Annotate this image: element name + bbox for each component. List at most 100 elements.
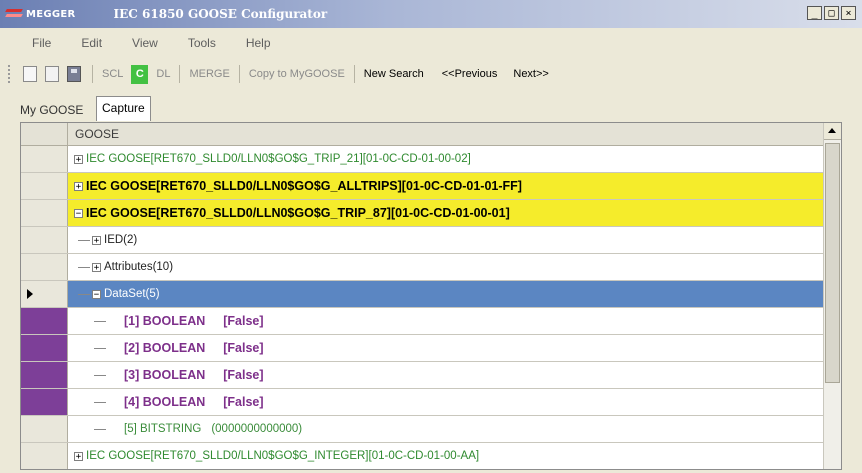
collapse-icon[interactable]: − xyxy=(74,208,83,218)
dataset-item-name: [4] BOOLEAN xyxy=(124,395,206,409)
goose-label: IEC GOOSE[RET670_SLLD0/LLN0$GO$G_TRIP_21… xyxy=(86,153,471,165)
row-selector-header xyxy=(21,123,68,145)
toolbar: SCL C DL MERGE Copy to MyGOOSE New Searc… xyxy=(0,60,862,88)
copy-to-mygoose-button[interactable]: Copy to MyGOOSE xyxy=(247,66,347,82)
dataset-item-value: [False] xyxy=(223,314,264,328)
menu-view[interactable]: View xyxy=(132,34,158,52)
menu-file[interactable]: File xyxy=(32,34,51,52)
row-cell: [2] BOOLEAN [False] xyxy=(68,335,841,361)
row-cell: + IEC GOOSE[RET670_SLLD0/LLN0$GO$G_ALLTR… xyxy=(68,173,841,199)
title-bar[interactable]: MEGGER IEC 61850 GOOSE Configurator _ □ … xyxy=(0,0,862,28)
expand-icon[interactable]: + xyxy=(74,181,83,191)
row-selector[interactable] xyxy=(21,200,68,226)
row-selector[interactable] xyxy=(21,254,68,280)
open-icon[interactable] xyxy=(45,66,59,82)
menu-help[interactable]: Help xyxy=(246,34,271,52)
brand-name: MEGGER xyxy=(26,8,76,20)
tree-connector xyxy=(94,320,106,322)
previous-button[interactable]: <<Previous xyxy=(440,66,500,82)
row-selector[interactable] xyxy=(21,227,68,253)
row-cell: + IEC GOOSE[RET670_SLLD0/LLN0$GO$G_TRIP_… xyxy=(68,146,841,172)
new-icon[interactable] xyxy=(23,66,37,82)
grid-header: GOOSE xyxy=(21,123,841,146)
dataset-item-name: [2] BOOLEAN xyxy=(124,341,206,355)
toolbar-grip[interactable] xyxy=(8,65,13,83)
goose-label: IEC GOOSE[RET670_SLLD0/LLN0$GO$G_TRIP_87… xyxy=(86,206,510,220)
tree-connector xyxy=(78,266,90,268)
expand-icon[interactable]: + xyxy=(92,262,101,272)
dataset-item-row[interactable]: [4] BOOLEAN [False] xyxy=(21,389,841,416)
goose-grid: GOOSE + IEC GOOSE[RET670_SLLD0/LLN0$GO$G… xyxy=(20,122,842,470)
dl-button[interactable]: DL xyxy=(154,66,172,82)
toolbar-separator xyxy=(179,65,181,83)
row-selector[interactable] xyxy=(21,173,68,199)
row-selector[interactable] xyxy=(21,308,68,334)
goose-row[interactable]: + IEC GOOSE[RET670_SLLD0/LLN0$GO$G_ALLTR… xyxy=(21,173,841,200)
expand-icon[interactable]: + xyxy=(74,154,83,164)
dataset-item-value: [False] xyxy=(223,368,264,382)
megger-logo-mark xyxy=(5,9,23,19)
node-label: DataSet(5) xyxy=(104,288,160,300)
toolbar-separator xyxy=(238,65,240,83)
tree-connector xyxy=(78,293,90,295)
maximize-button[interactable]: □ xyxy=(824,6,839,20)
row-selector[interactable] xyxy=(21,416,68,442)
tree-node-row-selected[interactable]: − DataSet(5) xyxy=(21,281,841,308)
row-selector[interactable] xyxy=(21,443,68,469)
row-cell: + IEC GOOSE[RET670_SLLD0/LLN0$GO$G_INTEG… xyxy=(68,443,841,469)
goose-column-header[interactable]: GOOSE xyxy=(75,123,119,145)
row-selector[interactable] xyxy=(21,389,68,415)
vertical-scrollbar[interactable] xyxy=(823,123,841,469)
node-label: Attributes(10) xyxy=(104,261,174,273)
dataset-item-row[interactable]: [2] BOOLEAN [False] xyxy=(21,335,841,362)
row-selector[interactable] xyxy=(21,335,68,361)
c-button[interactable]: C xyxy=(131,64,149,84)
tab-my-goose[interactable]: My GOOSE xyxy=(16,100,87,120)
dataset-item-row[interactable]: [1] BOOLEAN [False] xyxy=(21,308,841,335)
dataset-item-name: [1] BOOLEAN xyxy=(124,314,206,328)
minimize-button[interactable]: _ xyxy=(807,6,822,20)
row-selector[interactable] xyxy=(21,146,68,172)
close-button[interactable]: × xyxy=(841,6,856,20)
dataset-item-value: (0000000000000) xyxy=(211,423,303,435)
new-search-button[interactable]: New Search xyxy=(362,66,426,82)
scl-button[interactable]: SCL xyxy=(100,66,125,82)
goose-row[interactable]: − IEC GOOSE[RET670_SLLD0/LLN0$GO$G_TRIP_… xyxy=(21,200,841,227)
tree-node-row[interactable]: + Attributes(10) xyxy=(21,254,841,281)
megger-logo: MEGGER xyxy=(5,8,76,20)
menu-edit[interactable]: Edit xyxy=(81,34,102,52)
save-icon[interactable] xyxy=(67,66,81,82)
goose-row[interactable]: + IEC GOOSE[RET670_SLLD0/LLN0$GO$G_TRIP_… xyxy=(21,146,841,173)
goose-label: IEC GOOSE[RET670_SLLD0/LLN0$GO$G_INTEGER… xyxy=(86,450,480,462)
row-cell: − IEC GOOSE[RET670_SLLD0/LLN0$GO$G_TRIP_… xyxy=(68,200,841,226)
scroll-up-arrow-icon[interactable] xyxy=(824,123,841,140)
next-button[interactable]: Next>> xyxy=(511,66,550,82)
tree-connector xyxy=(94,401,106,403)
goose-label: IEC GOOSE[RET670_SLLD0/LLN0$GO$G_ALLTRIP… xyxy=(86,179,522,193)
tab-capture[interactable]: Capture xyxy=(96,96,151,121)
row-cell: [5] BITSTRING (0000000000000) xyxy=(68,416,841,442)
row-cell: + IED(2) xyxy=(68,227,841,253)
tab-strip: My GOOSE Capture xyxy=(0,94,862,122)
goose-row[interactable]: + IEC GOOSE[RET670_SLLD0/LLN0$GO$G_INTEG… xyxy=(21,443,841,469)
current-row-indicator[interactable] xyxy=(21,281,68,307)
tree-connector xyxy=(94,347,106,349)
collapse-icon[interactable]: − xyxy=(92,289,101,299)
expand-icon[interactable]: + xyxy=(74,451,83,461)
tree-connector xyxy=(78,239,90,241)
menu-bar: File Edit View Tools Help xyxy=(0,30,862,56)
row-cell: [1] BOOLEAN [False] xyxy=(68,308,841,334)
tree-connector xyxy=(94,428,106,430)
scroll-thumb[interactable] xyxy=(825,143,840,383)
toolbar-separator xyxy=(92,65,93,83)
tree-node-row[interactable]: + IED(2) xyxy=(21,227,841,254)
merge-button[interactable]: MERGE xyxy=(187,66,231,82)
dataset-item-row[interactable]: [5] BITSTRING (0000000000000) xyxy=(21,416,841,443)
dataset-item-value: [False] xyxy=(223,395,264,409)
expand-icon[interactable]: + xyxy=(92,235,101,245)
dataset-item-row[interactable]: [3] BOOLEAN [False] xyxy=(21,362,841,389)
window-controls: _ □ × xyxy=(807,6,856,20)
menu-tools[interactable]: Tools xyxy=(188,34,216,52)
row-selector[interactable] xyxy=(21,362,68,388)
grid-rows: + IEC GOOSE[RET670_SLLD0/LLN0$GO$G_TRIP_… xyxy=(21,146,841,469)
